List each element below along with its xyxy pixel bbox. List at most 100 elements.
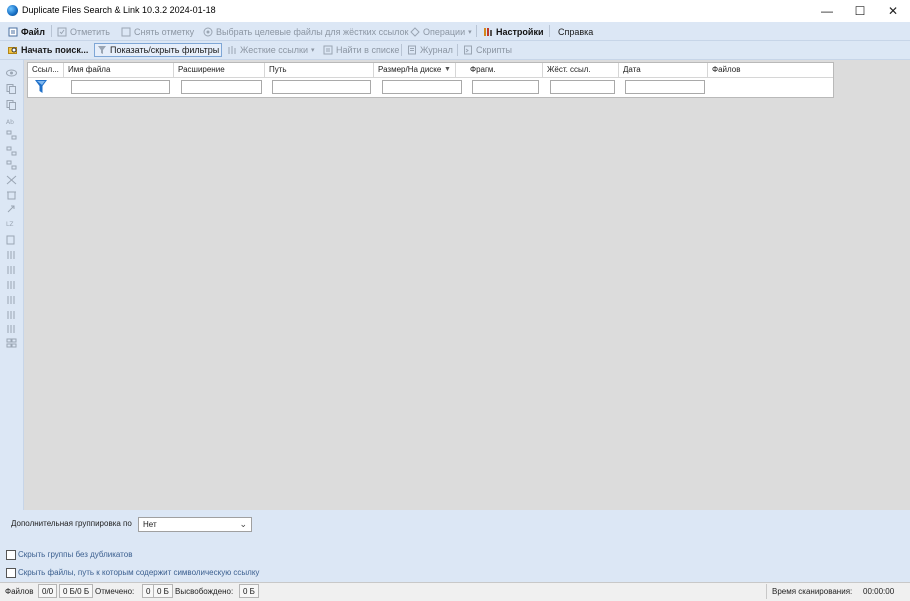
menu-select-hardlink-targets[interactable]: Выбрать целевые файлы для жёстких ссылок: [203, 25, 408, 38]
date-filter-input[interactable]: [625, 80, 705, 94]
column-header-files[interactable]: Файлов: [708, 63, 833, 77]
toolbar-separator: [457, 44, 458, 56]
menu-file-label: Файл: [21, 26, 45, 37]
sort-desc-icon: ▼: [444, 66, 451, 73]
operations-icon: [410, 26, 420, 37]
fragments-filter-input[interactable]: [472, 80, 539, 94]
export-icon[interactable]: [6, 235, 17, 245]
settings-tools-icon: [484, 27, 492, 36]
menu-separator: [51, 25, 52, 37]
files-count: 0/0: [38, 584, 58, 598]
file-menu-icon: [8, 27, 18, 36]
grouping-select[interactable]: Нет ⌄: [138, 517, 252, 532]
group-icon[interactable]: [6, 146, 17, 156]
column-icon[interactable]: [6, 295, 17, 305]
minimize-button[interactable]: —: [810, 0, 844, 22]
duplicate-icon[interactable]: [6, 100, 17, 110]
maximize-button[interactable]: ☐: [843, 0, 877, 22]
start-search-label: Начать поиск...: [21, 45, 89, 55]
filename-filter-input[interactable]: [71, 80, 170, 94]
window-title: Duplicate Files Search & Link 10.3.2 202…: [22, 5, 216, 15]
recycle-icon[interactable]: [6, 190, 17, 200]
eye-icon[interactable]: [6, 68, 17, 78]
scripts-icon: [464, 45, 472, 55]
find-in-list-button[interactable]: Найти в списке: [321, 43, 401, 57]
title-bar: Duplicate Files Search & Link 10.3.2 202…: [0, 0, 910, 22]
column-header-path[interactable]: Путь: [265, 63, 374, 77]
hide-groups-label: Скрыть группы без дубликатов: [18, 550, 133, 559]
rename-icon[interactable]: LZ: [6, 218, 17, 228]
scripts-label: Скрипты: [476, 45, 512, 55]
delete-icon[interactable]: [6, 175, 17, 185]
hardlinks-filter-input[interactable]: [550, 80, 615, 94]
menu-operations[interactable]: Операции ▾: [410, 25, 472, 38]
column-icon[interactable]: [6, 250, 17, 260]
column-header-hardlinks[interactable]: Жёст. ссыл.: [543, 63, 619, 77]
mark-icon: [57, 27, 67, 36]
search-folder-icon: [8, 47, 17, 54]
menu-help[interactable]: Справка: [558, 25, 593, 38]
freed-label: Высвобождено:: [175, 587, 234, 596]
path-filter-input[interactable]: [272, 80, 371, 94]
hide-symlinks-checkbox[interactable]: [6, 568, 16, 578]
toggle-filters-label: Показать/скрыть фильтры: [110, 45, 220, 55]
find-in-list-label: Найти в списке: [336, 45, 400, 55]
status-separator: [766, 584, 767, 599]
scan-time-label: Время сканирования:: [772, 587, 853, 596]
grid-icon[interactable]: [6, 338, 17, 348]
menu-mark[interactable]: Отметить: [57, 25, 110, 38]
chevron-down-icon: ▾: [310, 47, 315, 54]
close-button[interactable]: ✕: [876, 0, 910, 22]
grouping-label: Дополнительная группировка по: [11, 519, 132, 528]
column-header-date[interactable]: Дата: [619, 63, 708, 77]
move-icon[interactable]: [6, 204, 17, 214]
start-search-button[interactable]: Начать поиск...: [6, 43, 90, 57]
menu-unmark-label: Снять отметку: [134, 26, 195, 37]
column-header-filename[interactable]: Имя файла: [64, 63, 174, 77]
hard-links-button[interactable]: Жесткие ссылки ▾: [225, 43, 317, 57]
column-icon[interactable]: [6, 310, 17, 320]
menu-unmark[interactable]: Снять отметку: [121, 25, 194, 38]
column-header-links[interactable]: Ссыл...: [28, 63, 64, 77]
svg-text:Ab: Ab: [6, 119, 14, 126]
group-icon[interactable]: [6, 130, 17, 140]
menu-settings[interactable]: Настройки: [483, 25, 543, 38]
toolbar-separator: [401, 44, 402, 56]
toggle-filters-button[interactable]: Показать/скрыть фильтры: [94, 43, 223, 57]
svg-text:LZ: LZ: [6, 221, 13, 228]
hard-link-icon: [228, 46, 236, 54]
scripts-button[interactable]: Скрипты: [461, 43, 514, 57]
column-icon[interactable]: [6, 324, 17, 334]
hard-links-label: Жесткие ссылки: [240, 45, 308, 55]
journal-icon: [408, 45, 416, 55]
text-icon[interactable]: Ab: [6, 116, 17, 126]
unmark-icon: [121, 27, 131, 36]
column-header-fragments[interactable]: Фрагм.: [466, 63, 543, 77]
hide-groups-checkbox[interactable]: [6, 550, 16, 560]
extension-filter-input[interactable]: [181, 80, 262, 94]
chevron-down-icon: ⌄: [239, 519, 247, 529]
files-label: Файлов: [5, 587, 34, 596]
column-header-extension[interactable]: Расширение: [174, 63, 265, 77]
menu-file[interactable]: Файл: [8, 25, 45, 38]
filter-row-icon: [35, 80, 47, 93]
filter-icon: [98, 46, 106, 54]
column-icon[interactable]: [6, 265, 17, 275]
results-area: [24, 60, 910, 510]
group-icon[interactable]: [6, 160, 17, 170]
column-icon[interactable]: [6, 280, 17, 290]
find-list-icon: [323, 45, 333, 55]
status-bar: Файлов 0/0 0 Б/0 Б Отмечено: 0 0 Б Высво…: [0, 582, 910, 601]
menu-bar: Файл Отметить Снять отметку Выбрать целе…: [0, 22, 910, 41]
app-logo-icon: [7, 5, 18, 16]
copy-icon[interactable]: [6, 84, 17, 94]
chevron-down-icon: ▾: [468, 28, 472, 36]
menu-mark-label: Отметить: [70, 26, 110, 37]
size-filter-input[interactable]: [382, 80, 462, 94]
results-table: Ссыл... Имя файла Расширение Путь Размер…: [27, 62, 834, 98]
marked-label: Отмечено:: [95, 587, 135, 596]
journal-label: Журнал: [420, 45, 453, 55]
target-files-icon: [203, 27, 213, 36]
journal-button[interactable]: Журнал: [405, 43, 455, 57]
menu-separator: [476, 25, 477, 37]
